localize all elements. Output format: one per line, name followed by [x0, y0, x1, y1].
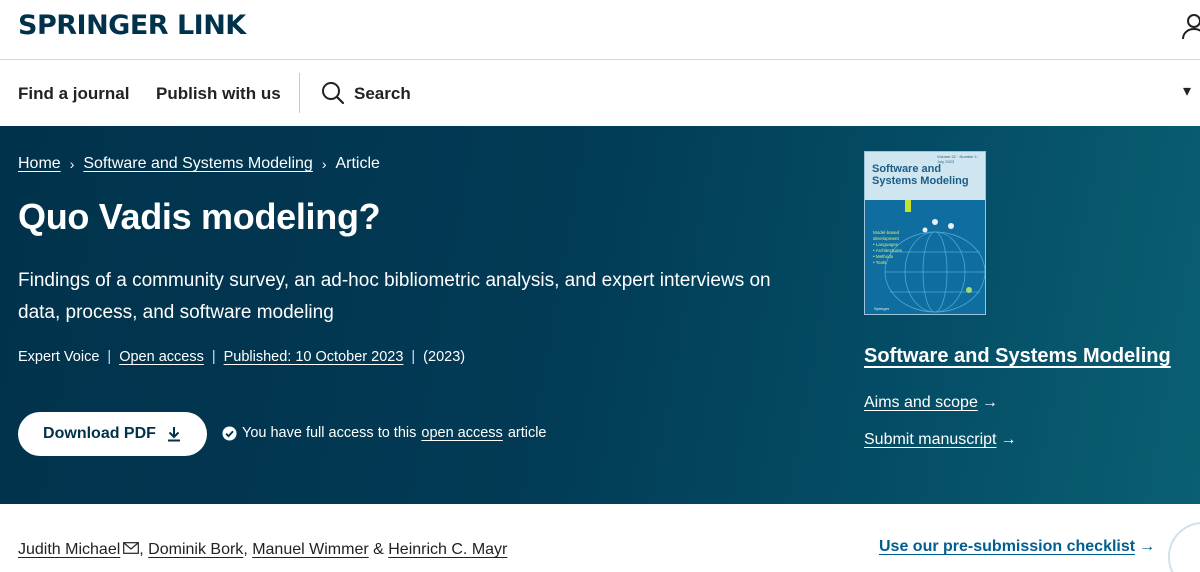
find-journal-link[interactable]: Find a journal [18, 84, 129, 104]
author-separator: , [243, 541, 253, 558]
article-subtitle: Findings of a community survey, an ad-ho… [18, 270, 771, 323]
search-icon[interactable] [321, 81, 345, 105]
arrow-right-icon: → [1139, 538, 1156, 555]
download-pdf-button[interactable]: Download PDF [18, 412, 207, 456]
breadcrumb-current: Article [335, 155, 380, 172]
brand-bar: SPRINGER LINK [0, 0, 1200, 60]
meta-divider: | [411, 349, 416, 365]
cover-title: Software and Systems Modeling [872, 163, 969, 187]
author-link[interactable]: Heinrich C. Mayr [388, 541, 507, 559]
publish-with-us-link[interactable]: Publish with us [156, 84, 281, 104]
checklist-link[interactable]: Use our pre-submission checklist [879, 538, 1135, 556]
chevron-right-icon: › [321, 156, 327, 172]
main-nav: Find a journal Publish with us Search ▾ [0, 61, 1200, 126]
download-pdf-label: Download PDF [43, 425, 156, 442]
access-prefix: You have full access to this [242, 425, 417, 441]
published-date[interactable]: Published: 10 October 2023 [224, 349, 404, 365]
author-link[interactable]: Judith Michael [18, 541, 120, 559]
article-hero: Home › Software and Systems Modeling › A… [0, 126, 1200, 504]
springer-link-logo[interactable]: SPRINGER LINK [18, 10, 246, 41]
aims-scope-link[interactable]: Aims and scope [864, 394, 978, 412]
mail-icon[interactable] [123, 542, 140, 554]
breadcrumb-home[interactable]: Home [18, 155, 61, 173]
cover-publisher: Springer [874, 306, 890, 311]
arrow-right-icon: → [981, 394, 998, 411]
cover-topics: Model-based development • Languages • Ar… [873, 230, 902, 266]
author-link[interactable]: Dominik Bork [148, 541, 243, 559]
cover-title-line: Software and [872, 163, 942, 175]
author-separator: , [139, 541, 149, 558]
submit-manuscript-row: Submit manuscript → [864, 431, 1017, 449]
meta-divider: | [107, 349, 112, 365]
access-open-access-link[interactable]: open access [421, 425, 502, 441]
account-icon[interactable] [1182, 12, 1200, 40]
breadcrumb: Home › Software and Systems Modeling › A… [18, 155, 380, 173]
open-access-link[interactable]: Open access [119, 349, 204, 365]
access-suffix: article [507, 425, 547, 441]
cover-title-line: Systems Modeling [872, 175, 969, 187]
download-icon [167, 427, 180, 442]
pre-submission-checklist: Use our pre-submission checklist → [879, 538, 1155, 556]
meta-divider: | [211, 349, 216, 365]
journal-cover[interactable]: Volume 22 · Number 1 · July 2023 Softwar… [864, 151, 986, 315]
cart-icon[interactable]: ▾ [1183, 81, 1191, 101]
nav-divider [299, 73, 300, 113]
check-circle-icon [222, 425, 237, 441]
journal-title-link[interactable]: Software and Systems Modeling [864, 345, 1171, 368]
chevron-right-icon: › [69, 156, 75, 172]
author-separator: & [368, 541, 389, 558]
arrow-right-icon: → [1000, 431, 1017, 448]
author-list: Judith Michael , Dominik Bork , Manuel W… [18, 541, 507, 559]
article-year: (2023) [423, 349, 466, 365]
article-type: Expert Voice [18, 349, 100, 365]
article-meta: Expert Voice | Open access | Published: … [18, 349, 465, 365]
breadcrumb-journal[interactable]: Software and Systems Modeling [83, 155, 312, 173]
cover-topic-line: • Tools [873, 260, 887, 265]
access-note: You have full access to this open access… [222, 425, 547, 441]
aims-scope-row: Aims and scope → [864, 394, 998, 412]
submit-manuscript-link[interactable]: Submit manuscript [864, 431, 997, 449]
search-button[interactable]: Search [354, 84, 411, 104]
decorative-circle [1168, 522, 1200, 572]
author-link[interactable]: Manuel Wimmer [252, 541, 368, 559]
article-title: Quo Vadis modeling? [18, 196, 381, 237]
